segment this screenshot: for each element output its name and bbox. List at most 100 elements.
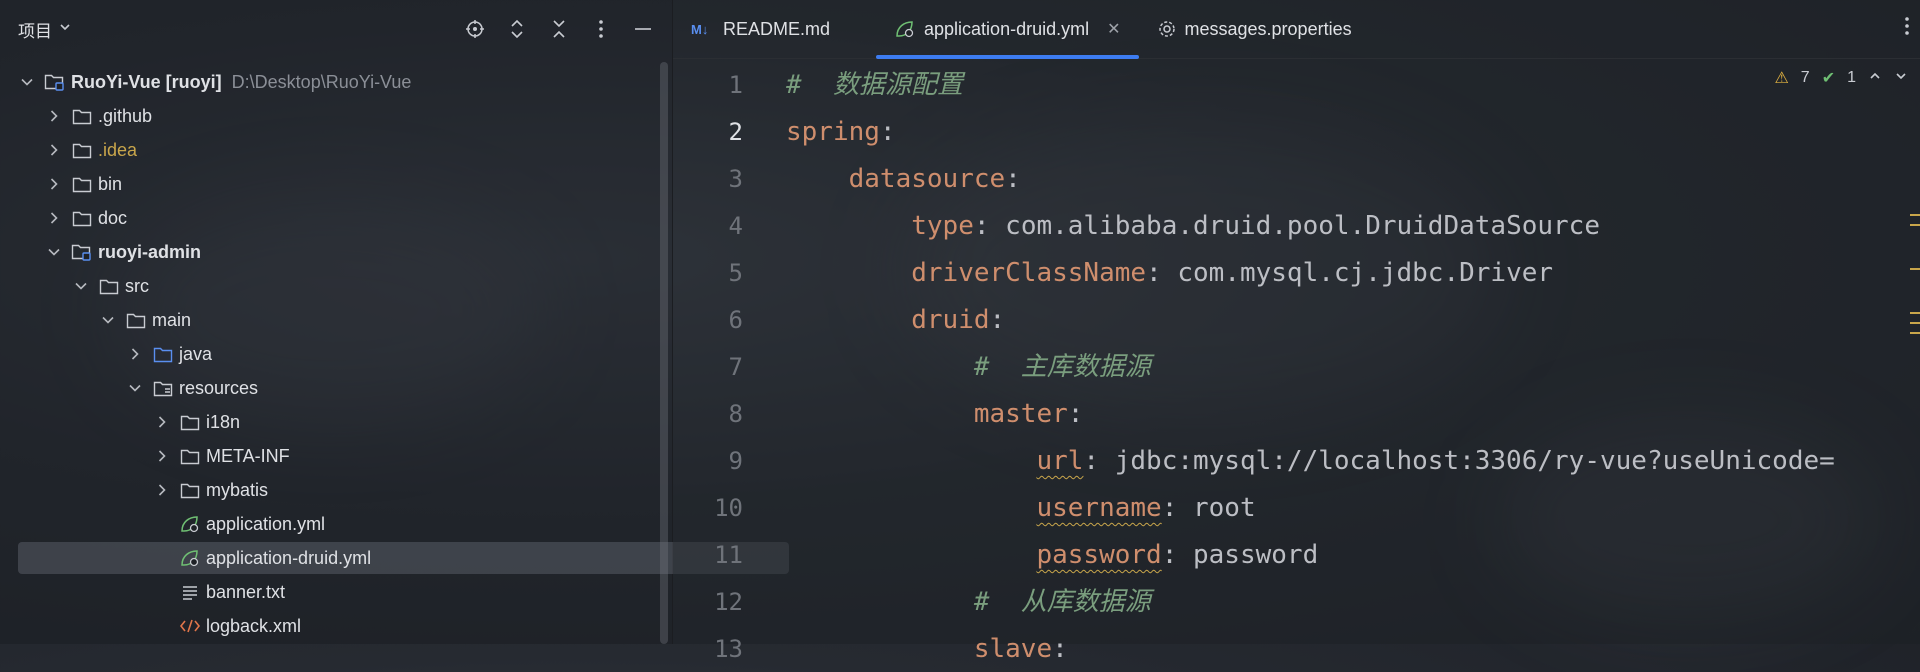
chevron-down-icon[interactable] — [126, 379, 144, 397]
module-folder-icon — [44, 71, 66, 93]
warning-marker[interactable] — [1910, 312, 1920, 314]
tree-item-label: resources — [179, 377, 259, 398]
tree-item[interactable]: main — [18, 304, 735, 336]
tree-item[interactable]: .idea — [18, 134, 681, 166]
editor-tab[interactable]: M↓ README.md — [673, 0, 848, 58]
code-token: # 从库数据源 — [973, 587, 1151, 617]
tree-item-label: .idea — [98, 139, 138, 160]
code-line[interactable]: driverClassName: com.mysql.cj.jdbc.Drive… — [786, 250, 1553, 296]
warning-marker[interactable] — [1910, 268, 1920, 270]
tree-item[interactable]: src — [18, 270, 708, 302]
code-line[interactable]: datasource: — [786, 156, 1021, 202]
expand-all-icon[interactable] — [506, 18, 528, 40]
chevron-down-icon[interactable] — [18, 73, 36, 91]
more-options-icon[interactable] — [590, 18, 612, 40]
code-token: datasource — [848, 164, 1006, 194]
locate-icon[interactable] — [464, 18, 486, 40]
chevron-right-icon[interactable] — [45, 209, 63, 227]
tree-item-label: doc — [98, 207, 128, 228]
tree-item-label: src — [125, 275, 149, 296]
tab-label: README.md — [723, 18, 831, 39]
code-line[interactable]: type: com.alibaba.druid.pool.DruidDataSo… — [786, 203, 1600, 249]
tree-item-label: application-druid.yml — [206, 547, 372, 568]
chevron-down-icon[interactable] — [45, 243, 63, 261]
chevron-right-icon[interactable] — [45, 107, 63, 125]
collapse-all-icon[interactable] — [548, 18, 570, 40]
code-line[interactable]: password: password — [786, 532, 1318, 578]
svg-text:M↓: M↓ — [691, 22, 708, 37]
line-number: 9 — [728, 447, 743, 475]
tree-item[interactable]: bin — [18, 168, 681, 200]
code-token: username — [1036, 493, 1162, 523]
tree-item[interactable]: RuoYi-Vue [ruoyi] D:\Desktop\RuoYi-Vue — [18, 66, 654, 98]
chevron-down-icon[interactable] — [72, 277, 90, 295]
inspection-widget[interactable]: ⚠ 7 ✔ 1 — [1774, 68, 1908, 88]
editor-tab[interactable]: application-druid.yml ✕ — [876, 0, 1139, 59]
chevron-right-icon[interactable] — [153, 413, 171, 431]
warning-marker[interactable] — [1910, 224, 1920, 226]
code-line[interactable]: # 数据源配置 — [786, 62, 963, 108]
code-line[interactable]: # 从库数据源 — [786, 579, 1151, 625]
project-path: D:\Desktop\RuoYi-Vue — [231, 71, 412, 92]
line-number: 4 — [728, 212, 743, 240]
warning-marker[interactable] — [1910, 332, 1920, 334]
tree-item[interactable]: java — [18, 338, 762, 370]
next-highlight-icon[interactable] — [1894, 69, 1908, 88]
folder-icon — [179, 411, 201, 433]
code-line[interactable]: # 主库数据源 — [786, 344, 1151, 390]
tree-item[interactable]: .github — [18, 100, 681, 132]
project-view-selector[interactable]: 项目 — [18, 17, 72, 42]
tab-options-icon[interactable] — [1904, 16, 1910, 42]
code-line[interactable]: username: root — [786, 485, 1255, 531]
code-line[interactable]: url: jdbc:mysql://localhost:3306/ry-vue?… — [786, 438, 1834, 484]
code-token: # 主库数据源 — [973, 352, 1151, 382]
tree-item-label: mybatis — [206, 479, 269, 500]
code-line[interactable]: spring: — [786, 109, 896, 155]
folder-icon — [71, 207, 93, 229]
previous-highlight-icon[interactable] — [1868, 69, 1882, 88]
tree-item-label: java — [179, 343, 213, 364]
code-token: spring — [786, 117, 880, 147]
tree-item[interactable]: ruoyi-admin — [18, 236, 681, 268]
line-number: 2 — [728, 118, 743, 146]
code-token: : — [1067, 399, 1084, 429]
chevron-right-icon[interactable] — [45, 141, 63, 159]
code-token: : — [989, 305, 1006, 335]
editor-tab[interactable]: messages.properties — [1139, 0, 1370, 58]
code-line[interactable]: druid: — [786, 297, 1005, 343]
editor-area: M↓ README.md application-druid.yml ✕ message… — [673, 0, 1920, 664]
warning-marker[interactable] — [1910, 322, 1920, 324]
chevron-right-icon[interactable] — [153, 447, 171, 465]
code-line[interactable]: master: — [786, 391, 1084, 437]
close-icon[interactable]: ✕ — [1107, 19, 1120, 39]
spring-yml-icon — [179, 513, 201, 535]
tree-item-label: .github — [98, 105, 153, 126]
project-tree-scrollbar[interactable] — [660, 62, 668, 644]
warning-marker[interactable] — [1910, 214, 1920, 216]
tree-item[interactable]: doc — [18, 202, 681, 234]
chevron-right-icon[interactable] — [45, 175, 63, 193]
xml-file-icon — [179, 615, 201, 637]
chevron-right-icon[interactable] — [126, 345, 144, 363]
project-panel: 项目 RuoYi-Vue [ruoyi] D:\Desktop\RuoYi-Vue… — [0, 0, 789, 644]
tree-item-label: bin — [98, 173, 123, 194]
minimize-icon[interactable] — [632, 18, 654, 40]
line-number: 8 — [728, 400, 743, 428]
folder-icon — [71, 173, 93, 195]
chevron-down-icon[interactable] — [99, 311, 117, 329]
tree-item[interactable]: resources — [18, 372, 762, 404]
check-icon: ✔ — [1821, 70, 1836, 87]
line-number: 13 — [714, 635, 743, 663]
tree-item-label: ruoyi-admin — [98, 241, 202, 262]
line-number: 3 — [728, 165, 743, 193]
tree-item-label: i18n — [206, 411, 241, 432]
chevron-right-icon[interactable] — [153, 481, 171, 499]
code-line[interactable]: slave: — [786, 626, 1068, 672]
tree-item-label: RuoYi-Vue [ruoyi] — [71, 71, 222, 92]
